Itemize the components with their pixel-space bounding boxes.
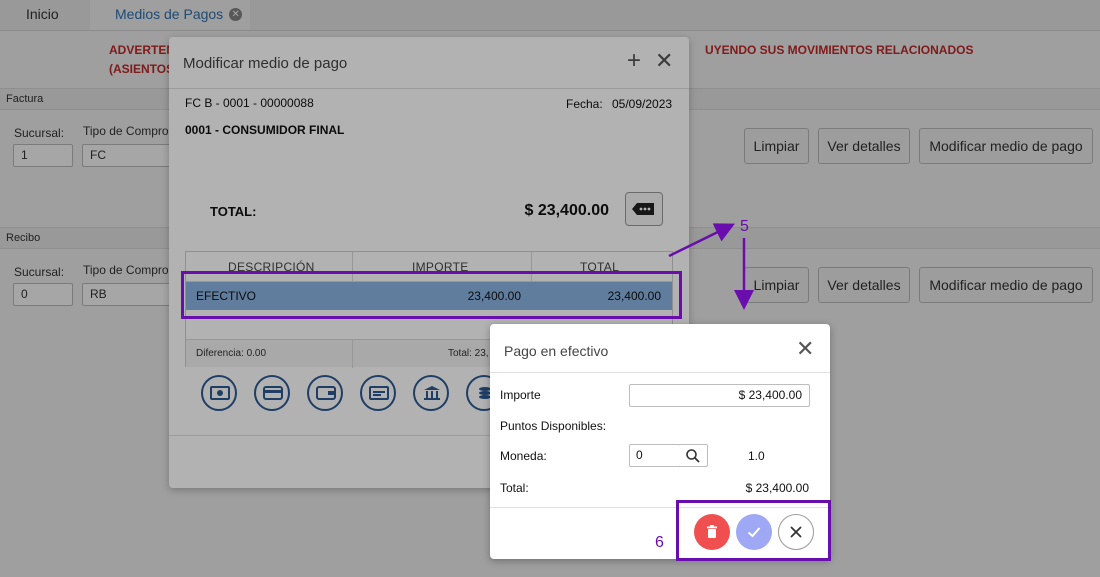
moneda-input[interactable]: 0 — [629, 444, 681, 467]
moneda-search-button[interactable] — [680, 444, 708, 467]
total-value: $ 23,400.00 — [745, 481, 809, 495]
puntos-disponibles-label: Puntos Disponibles: — [500, 419, 607, 433]
dialog-title: Pago en efectivo — [504, 343, 609, 359]
cotizacion-value: 1.0 — [748, 449, 765, 463]
highlight-action-buttons — [676, 500, 831, 561]
total-label: Total: — [500, 481, 529, 495]
importe-label: Importe — [500, 388, 541, 402]
annotation-step-5: 5 — [740, 218, 749, 235]
close-icon[interactable]: ✕ — [796, 338, 814, 360]
header-divider — [490, 372, 830, 373]
moneda-label: Moneda: — [500, 449, 547, 463]
annotation-step-6: 6 — [655, 534, 664, 551]
search-icon — [686, 449, 700, 463]
importe-input[interactable]: $ 23,400.00 — [629, 384, 810, 407]
highlight-selected-row — [181, 271, 682, 319]
